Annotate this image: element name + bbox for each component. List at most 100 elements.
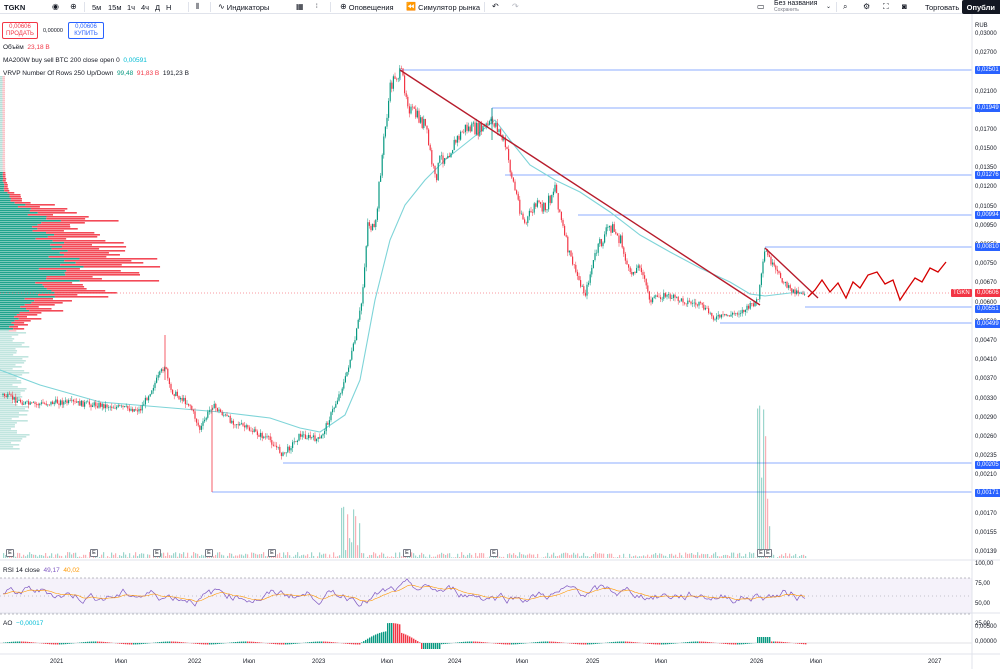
- profile-down-bar: [9, 326, 19, 328]
- profile-down-bar: [4, 190, 10, 192]
- volume-bar: [323, 553, 325, 558]
- candle-body: [794, 289, 796, 294]
- ao-bar: [167, 641, 169, 643]
- timeframe-w[interactable]: Н: [166, 0, 171, 14]
- volume-bar: [21, 556, 23, 558]
- candle-body: [39, 403, 41, 406]
- buy-button[interactable]: 0,00606 КУПИТЬ: [68, 22, 104, 39]
- candle-body: [10, 394, 12, 396]
- profile-up-bar: [0, 134, 3, 136]
- volume-bar: [797, 557, 799, 558]
- replay-button[interactable]: ⏪ Симулятор рынка: [406, 0, 480, 14]
- settings-gear-icon[interactable]: ⚙: [863, 0, 870, 14]
- templates-dropdown-icon[interactable]: ⁞: [316, 0, 318, 14]
- candle-body: [60, 400, 62, 405]
- candle-body: [175, 391, 177, 396]
- ao-bar: [401, 632, 403, 643]
- quick-search-icon[interactable]: ⌕: [843, 0, 847, 14]
- volume-bar: [579, 556, 581, 558]
- timeframe-5m[interactable]: 5м: [92, 0, 101, 14]
- candle-body: [493, 123, 495, 127]
- volume-legend[interactable]: Объём 23,18 B: [3, 44, 50, 51]
- price-chart[interactable]: [0, 14, 1000, 669]
- earnings-event-marker[interactable]: E: [403, 549, 411, 557]
- ao-bar: [427, 643, 429, 649]
- candle-body: [178, 396, 180, 400]
- profile-up-bar: [0, 422, 17, 424]
- camera-icon[interactable]: ◙: [902, 0, 907, 14]
- compare-icon[interactable]: ◉: [52, 0, 59, 14]
- volume-bar: [329, 554, 331, 558]
- earnings-event-marker[interactable]: E: [90, 549, 98, 557]
- timeframe-15m[interactable]: 15м: [108, 0, 122, 14]
- profile-up-bar: [0, 78, 3, 80]
- candle-body: [469, 126, 471, 132]
- candle-body: [413, 107, 415, 109]
- volume-bar: [713, 553, 715, 558]
- trade-button[interactable]: Торговать: [925, 0, 959, 14]
- sell-button[interactable]: 0,00606 ПРОДАТЬ: [2, 22, 38, 39]
- layout-icon[interactable]: ▭: [757, 0, 765, 14]
- candle-body: [341, 388, 343, 394]
- volume-bar: [445, 554, 447, 558]
- profile-down-bar: [13, 324, 28, 326]
- candle-body: [280, 452, 282, 456]
- layout-chevron-icon[interactable]: ⌄: [826, 0, 831, 14]
- profile-down-bar: [2, 166, 6, 168]
- add-symbol-icon[interactable]: ⊕: [70, 0, 77, 14]
- volume-bar: [753, 552, 755, 558]
- ao-bar: [561, 642, 563, 643]
- ao-bar: [363, 641, 365, 643]
- ao-bar: [435, 643, 437, 649]
- profile-down-bar: [4, 184, 8, 186]
- price-level-badge: 0,00606: [975, 289, 1000, 297]
- symbol-search[interactable]: TGKN: [4, 0, 25, 14]
- alerts-button[interactable]: ⊕ Оповещения: [340, 0, 394, 14]
- price-level-badge: 0,01276: [975, 171, 1000, 179]
- rsi-legend[interactable]: RSI 14 close 49,17 40,02: [3, 567, 80, 574]
- candle-body: [421, 117, 423, 129]
- undo-icon[interactable]: ↶: [492, 0, 499, 14]
- ao-bar: [599, 643, 601, 644]
- volume-bar: [783, 555, 785, 558]
- volume-bar: [283, 552, 285, 558]
- redo-icon[interactable]: ↷: [512, 0, 519, 14]
- ao-bar: [671, 643, 673, 644]
- layout-name-button[interactable]: Без названия Сохранить: [774, 0, 817, 14]
- candle-body: [420, 117, 422, 123]
- profile-down-bar: [46, 278, 102, 280]
- ao-bar: [555, 641, 557, 643]
- profile-down-bar: [14, 320, 31, 322]
- publish-button[interactable]: Опубли: [961, 0, 1000, 14]
- indicators-button[interactable]: ∿ Индикаторы: [218, 0, 269, 14]
- ao-bar: [421, 643, 423, 649]
- candle-body: [631, 271, 633, 275]
- profile-up-bar: [0, 88, 3, 90]
- earnings-event-marker[interactable]: E: [153, 549, 161, 557]
- ao-bar: [239, 641, 241, 643]
- vrvp-legend[interactable]: VRVP Number Of Rows 250 Up/Down 99,48 91…: [3, 70, 189, 77]
- ao-legend[interactable]: AO −0,00017: [3, 620, 43, 627]
- ma-legend[interactable]: MA200W buy sell BTC 200 close open 0 0,0…: [3, 57, 147, 64]
- templates-icon[interactable]: ▦: [296, 0, 304, 14]
- fullscreen-icon[interactable]: ⛶: [883, 0, 889, 14]
- earnings-event-marker[interactable]: E: [268, 549, 276, 557]
- earnings-event-marker[interactable]: E: [6, 549, 14, 557]
- candle-body: [487, 123, 489, 125]
- volume-bar: [309, 557, 311, 558]
- earnings-event-marker[interactable]: E: [205, 549, 213, 557]
- ao-bar: [653, 643, 655, 645]
- ao-bar: [651, 643, 653, 645]
- earnings-event-marker[interactable]: E: [764, 549, 772, 557]
- timeframe-d[interactable]: Д: [155, 0, 160, 14]
- ao-bar: [31, 642, 33, 643]
- candles-icon[interactable]: ⫴: [196, 0, 199, 14]
- candle-body: [696, 304, 698, 306]
- profile-up-bar: [0, 98, 3, 100]
- volume-bar: [669, 554, 671, 558]
- earnings-event-marker[interactable]: E: [490, 549, 498, 557]
- profile-down-bar: [47, 236, 98, 238]
- candle-body: [724, 313, 726, 315]
- timeframe-4h[interactable]: 4ч: [141, 0, 149, 14]
- timeframe-1h[interactable]: 1ч: [127, 0, 135, 14]
